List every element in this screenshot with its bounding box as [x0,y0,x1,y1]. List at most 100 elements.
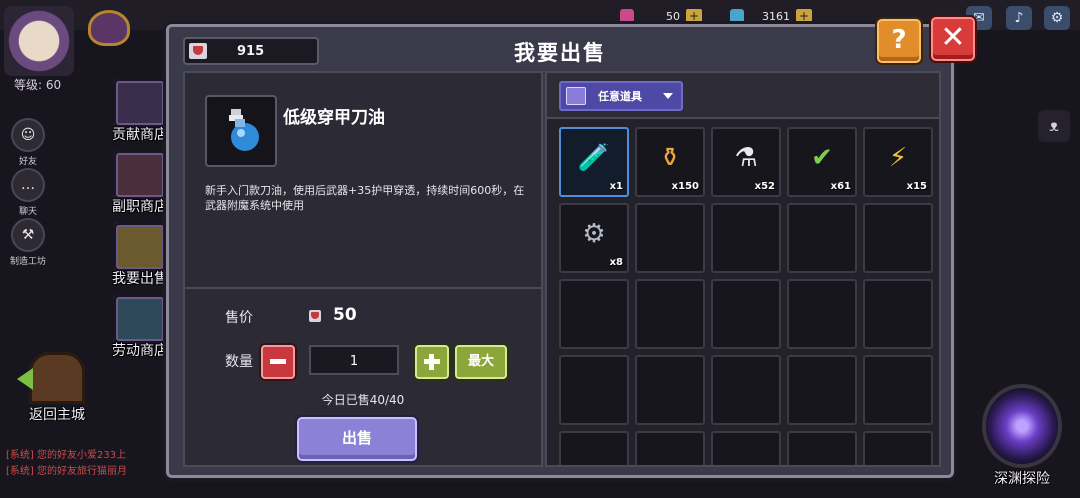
help-button[interactable]: ? [877,19,921,63]
price-value: 50 [333,305,357,325]
item-detail-panel: 低级穿甲刀油 新手入门款刀油，使用后武器+35护甲穿透，持续时间600秒，在武器… [183,71,543,467]
chat-message: [系统] 您的好友小爱233上 [6,450,127,461]
friends-button[interactable]: ☺ 好友 [8,118,48,167]
item-count: x61 [830,181,851,192]
inventory-panel: 任意道具 🧪 x1 ⚱ x150 ⚗ x52 ✔ x61 ⚡ x15 ⚙ x8 [545,71,941,467]
item-count: x150 [671,181,699,192]
inventory-slot-empty[interactable] [787,279,857,349]
blue-potion-icon [229,109,259,151]
chevron-down-icon [663,93,673,99]
sound-icon[interactable]: ♪ [1006,6,1032,30]
filter-label: 任意道具 [598,90,642,103]
divider [185,287,541,289]
chat-button[interactable]: … 聊天 [8,168,48,217]
filter-bar: 任意道具 [547,73,939,119]
item-description: 新手入门款刀油，使用后武器+35护甲穿透，持续时间600秒，在武器附魔系统中使用 [205,184,525,212]
resource-value: 50 [666,9,680,23]
inventory-slot[interactable]: ⚱ x150 [635,127,705,197]
item-count: x52 [754,181,775,192]
inventory-grid: 🧪 x1 ⚱ x150 ⚗ x52 ✔ x61 ⚡ x15 ⚙ x8 [559,127,933,465]
inventory-slot[interactable]: ⚗ x52 [711,127,781,197]
bat-icon[interactable]: ᴥ [1038,110,1070,142]
arrow-left-icon [17,368,33,390]
orange-potion-icon: ⚱ [659,143,681,173]
decrease-quantity-button[interactable] [261,345,295,379]
hammer-icon: ⚒ [11,218,45,252]
friends-icon: ☺ [11,118,45,152]
workshop-button[interactable]: ⚒ 制造工坊 [8,218,48,267]
crystal-icon [730,9,744,23]
inventory-slot-empty[interactable] [711,279,781,349]
inventory-slot-empty[interactable] [711,355,781,425]
shop-stall-icon [113,150,167,200]
quantity-input[interactable]: 1 [309,345,399,375]
inventory-slot-empty[interactable] [559,431,629,465]
add-crystals-button[interactable]: + [796,9,812,23]
return-home-label: 返回主城 [29,407,85,423]
item-box-icon [566,87,586,105]
return-home-button[interactable]: 返回主城 [14,352,100,424]
skull-icon [113,294,167,344]
metal-scrap-icon: ⚙ [582,219,606,249]
inventory-slot-empty[interactable] [787,203,857,273]
resource-gems: 50 + [620,8,702,24]
inventory-slot-empty[interactable] [559,355,629,425]
abyss-explore-button[interactable]: 深渊探险 [968,372,1076,496]
inventory-slot-empty[interactable] [635,431,705,465]
inventory-slot-empty[interactable] [711,203,781,273]
inventory-slot-empty[interactable] [787,355,857,425]
workshop-label: 制造工坊 [9,257,46,267]
shield-coin-icon [309,310,321,322]
settings-gear-icon[interactable]: ⚙ [1044,6,1070,30]
item-count: x8 [609,257,623,268]
rank-badge[interactable] [88,10,130,46]
inventory-slot-empty[interactable] [863,431,933,465]
inventory-slot[interactable]: ⚙ x8 [559,203,629,273]
item-filter-dropdown[interactable]: 任意道具 [559,81,683,111]
item-count: x15 [906,181,927,192]
add-gems-button[interactable]: + [686,9,702,23]
resource-crystals: 3161 + [730,8,812,24]
chat-message: [系统] 您的好友旅行猫丽月 [6,466,127,477]
chat-label: 聊天 [18,207,37,217]
sell-button[interactable]: 出售 [297,417,417,461]
item-count: x1 [609,181,623,192]
inventory-slot-empty[interactable] [635,355,705,425]
item-preview [205,95,277,167]
abyss-label: 深渊探险 [994,471,1050,487]
chat-icon: … [11,168,45,202]
sold-today-count: 今日已售40/40 [321,393,405,407]
item-name: 低级穿甲刀油 [283,108,385,128]
friends-label: 好友 [18,157,37,167]
close-button[interactable]: ✕ [931,17,975,61]
inventory-slot[interactable]: 🧪 x1 [559,127,629,197]
lightning-scroll-icon: ⚡ [888,143,908,173]
inventory-slot-empty[interactable] [863,355,933,425]
inventory-slot-empty[interactable] [863,279,933,349]
door-icon [17,352,85,404]
gold-coins-icon [113,222,167,272]
inventory-slot-empty[interactable] [635,279,705,349]
increase-quantity-button[interactable] [415,345,449,379]
resource-value: 3161 [762,9,790,23]
quantity-label: 数量 [225,354,253,370]
max-quantity-button[interactable]: 最大 [455,345,507,379]
inventory-slot-empty[interactable] [635,203,705,273]
checked-item-icon: ✔ [811,143,833,173]
dialog-title: 我要出售 [514,41,606,65]
player-avatar[interactable] [4,6,74,76]
inventory-slot[interactable]: ⚡ x15 [863,127,933,197]
portal-icon [986,388,1058,464]
chest-icon [113,78,167,128]
gem-icon [620,9,634,23]
price-label: 售价 [225,310,253,326]
inventory-slot[interactable]: ✔ x61 [787,127,857,197]
blue-potion-icon: 🧪 [577,143,611,173]
sell-dialog: 915 我要出售 ? ✕ 低级穿甲刀油 新手入门款刀油，使用后武器+35护甲穿透… [166,17,975,478]
inventory-slot-empty[interactable] [559,279,629,349]
inventory-slot-empty[interactable] [863,203,933,273]
player-level: 等级: 60 [14,78,62,92]
white-potion-icon: ⚗ [734,143,758,173]
inventory-slot-empty[interactable] [711,431,781,465]
inventory-slot-empty[interactable] [787,431,857,465]
